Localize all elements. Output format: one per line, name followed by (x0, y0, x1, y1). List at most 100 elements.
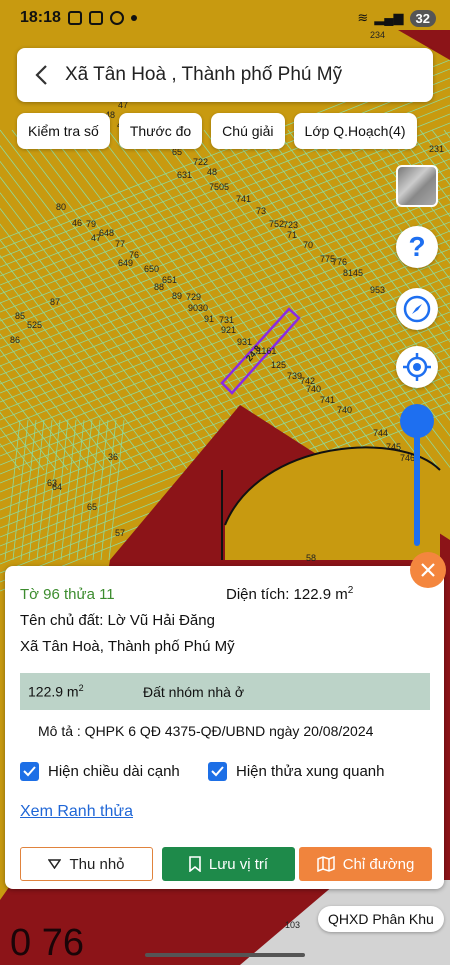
back-arrow-icon[interactable] (17, 48, 65, 102)
legend-button[interactable]: Chú giải (211, 113, 285, 149)
shrink-label: Thu nhỏ (69, 855, 125, 873)
parcel-number-label: 231 (429, 144, 444, 154)
satellite-layer-toggle[interactable] (396, 165, 438, 207)
location-title: Xã Tân Hoà , Thành phố Phú Mỹ (65, 64, 343, 85)
tool-chips: Kiểm tra số Thước đo Chú giải Lớp Q.Hoạc… (17, 113, 430, 149)
zone-type-label[interactable]: QHXD Phân Khu (318, 906, 444, 932)
search-bar[interactable]: Xã Tân Hoà , Thành phố Phú Mỹ (17, 48, 433, 102)
parcel-number-label: 125 (271, 360, 286, 370)
show-edge-length-checkbox[interactable]: Hiện chiều dài cạnh (20, 762, 180, 781)
parcel-number-label: 64 (52, 482, 62, 492)
parcel-number-label: 87 (50, 297, 60, 307)
check-number-button[interactable]: Kiểm tra số (17, 113, 110, 149)
parcel-area: Diện tích: 122.9 m2 (226, 585, 354, 603)
parcel-number-label: 722 (193, 157, 208, 167)
signal-icon: ▂▄▆ (374, 10, 404, 25)
parcel-number-label: 741 (320, 395, 335, 405)
directions-button[interactable]: Chỉ đường (299, 847, 432, 881)
shrink-button[interactable]: Thu nhỏ (20, 847, 153, 881)
show-neighbors-checkbox[interactable]: Hiện thửa xung quanh (208, 762, 384, 781)
battery-indicator: 32 (409, 9, 436, 27)
parcel-number-label: 58 (306, 553, 316, 563)
bookmark-icon (189, 856, 201, 872)
parcel-number-label: 76 (129, 250, 139, 260)
parcel-number-label: 89 (172, 291, 182, 301)
screenshot-icon (67, 11, 82, 25)
parcel-number-label: 7505 (209, 182, 229, 192)
compass-button[interactable] (396, 288, 438, 330)
parcel-number-label: 91 (204, 314, 214, 324)
view-boundary-link[interactable]: Xem Ranh thửa (20, 803, 133, 821)
parcel-number-label: 650 (144, 264, 159, 274)
parcel-number-label: 744 (373, 428, 388, 438)
crosshair-icon (403, 353, 431, 381)
parcel-number-label: 651 (162, 275, 177, 285)
parcel-number-label: 631 (177, 170, 192, 180)
parcel-number-label: 65 (87, 502, 97, 512)
parcel-number-label: 648 (99, 228, 114, 238)
parcel-number-label: 57 (115, 528, 125, 538)
parcel-number-label: 776 (332, 257, 347, 267)
planning-description: Mô tả : QHPK 6 QĐ 4375-QĐ/UBND ngày 20/0… (38, 723, 374, 739)
parcel-number-label: 103 (285, 920, 300, 930)
save-location-label: Lưu vị trí (208, 855, 269, 873)
parcel-number-label: 9030 (188, 303, 208, 313)
parcel-number-label: 88 (154, 282, 164, 292)
big-parcel-number: 0 76 (10, 922, 84, 964)
directions-label: Chỉ đường (342, 855, 415, 873)
parcel-number-label: 8145 (343, 268, 363, 278)
owner-name: Tên chủ đất: Lờ Vũ Hải Đăng (20, 612, 215, 629)
status-bar: 18:18 ≋ ▂▄▆ 32 (0, 0, 450, 36)
checkbox-checked-icon (208, 762, 227, 781)
parcel-title: Tờ 96 thửa 11 (20, 586, 115, 603)
parcel-number-label: 741 (236, 194, 251, 204)
map-icon (316, 856, 335, 872)
parcel-info-panel: Tờ 96 thửa 11 Diện tích: 122.9 m2 Tên ch… (5, 566, 444, 889)
parcel-number-label: 79 (86, 219, 96, 229)
parcel-number-label: 36 (108, 452, 118, 462)
parcel-number-label: 77 (115, 239, 125, 249)
parcel-number-label: 953 (370, 285, 385, 295)
my-location-button[interactable] (396, 346, 438, 388)
show-neighbors-label: Hiện thửa xung quanh (236, 763, 385, 780)
app-notification-icon (109, 11, 124, 25)
clock: 18:18 (20, 9, 61, 26)
land-use-area: 122.9 m2 (28, 683, 84, 700)
help-button[interactable]: ? (396, 226, 438, 268)
parcel-number-label: 46 (72, 218, 82, 228)
hand-icon (88, 11, 103, 25)
navigation-handle[interactable] (145, 953, 305, 957)
parcel-number-label: 931 (237, 337, 252, 347)
parcel-number-label: 740 (306, 384, 321, 394)
land-use-type: Đất nhóm nhà ở (143, 683, 245, 700)
wifi-icon: ≋ (357, 10, 369, 25)
checkbox-checked-icon (20, 762, 39, 781)
parcel-number-label: 73 (256, 206, 266, 216)
save-location-button[interactable]: Lưu vị trí (162, 847, 295, 881)
close-icon (421, 563, 435, 577)
parcel-number-label: 723 (283, 220, 298, 230)
parcel-number-label: 86 (10, 335, 20, 345)
parcel-number-label: 921 (221, 325, 236, 335)
parcel-number-label: 70 (303, 240, 313, 250)
parcel-number-label: 80 (56, 202, 66, 212)
parcel-address: Xã Tân Hoà, Thành phố Phú Mỹ (20, 638, 235, 655)
question-icon: ? (408, 231, 426, 262)
ruler-button[interactable]: Thước đo (118, 113, 203, 149)
parcel-number-label: 48 (207, 167, 217, 177)
compass-icon (403, 295, 431, 323)
planning-layers-button[interactable]: Lớp Q.Hoạch(4) (293, 113, 417, 149)
close-panel-button[interactable] (410, 552, 446, 588)
parcel-number-label: 729 (186, 292, 201, 302)
opacity-slider-handle[interactable] (400, 404, 434, 438)
dot-icon (130, 15, 137, 21)
parcel-number-label: 745 (386, 442, 401, 452)
parcel-number-label: 746 (400, 453, 415, 463)
show-edge-length-label: Hiện chiều dài cạnh (48, 763, 180, 780)
land-use-row: 122.9 m2 Đất nhóm nhà ở (20, 673, 430, 710)
parcel-number-label: 71 (287, 230, 297, 240)
parcel-number-label: 740 (337, 405, 352, 415)
parcel-number-label: 752 (269, 219, 284, 229)
parcel-number-label: 525 (27, 320, 42, 330)
triangle-down-icon (48, 859, 62, 869)
